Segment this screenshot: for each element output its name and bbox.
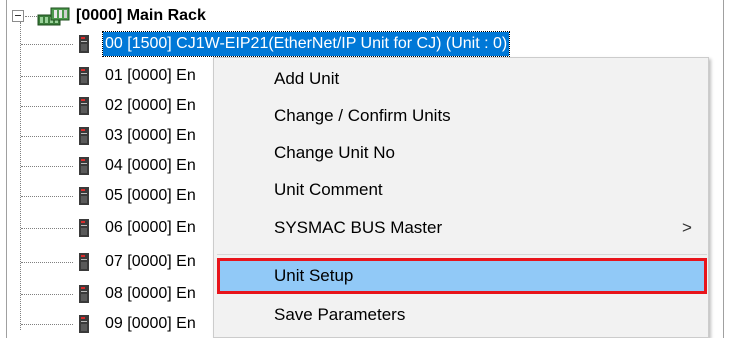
unit-module-icon [79, 253, 89, 271]
tree-item-label: 08 [0000] En [105, 285, 196, 302]
menu-item-unit-comment[interactable]: Unit Comment [217, 172, 707, 208]
unit-module-icon [79, 35, 89, 53]
menu-item-change-confirm-units[interactable]: Change / Confirm Units [217, 98, 707, 134]
menu-item-unit-setup[interactable]: Unit Setup [217, 258, 707, 294]
menu-item-label: Unit Setup [274, 266, 354, 285]
unit-module-icon [79, 187, 89, 205]
tree-connector-line [21, 166, 73, 167]
unit-module-icon [79, 157, 89, 175]
menu-separator [217, 254, 707, 255]
menu-item-label: Change / Confirm Units [274, 106, 451, 125]
tree-connector-line [21, 76, 73, 77]
collapse-toggle-icon[interactable] [12, 10, 24, 22]
tree-connector-line [21, 228, 73, 229]
rack-icon [37, 7, 70, 26]
tree-item-label: 02 [0000] En [105, 97, 196, 114]
unit-module-icon [79, 219, 89, 237]
unit-module-icon [79, 97, 89, 115]
tree-item-label: 05 [0000] En [105, 187, 196, 204]
tree-connector-line [21, 324, 73, 325]
tree-item-label: 03 [0000] En [105, 127, 196, 144]
menu-item-label: SYSMAC BUS Master [274, 218, 443, 237]
menu-item-label: Unit Comment [274, 180, 383, 199]
tree-item-label: 01 [0000] En [105, 67, 196, 84]
menu-item-change-unit-no[interactable]: Change Unit No [217, 135, 707, 171]
menu-item-label: Save Parameters [274, 305, 406, 324]
tree-item-label: 09 [0000] En [105, 315, 196, 332]
tree-connector-line [21, 136, 73, 137]
unit-module-icon [79, 67, 89, 85]
tree-connector-line [25, 16, 37, 17]
tree-item-label: 00 [1500] CJ1W-EIP21(EtherNet/IP Unit fo… [101, 31, 511, 57]
menu-item-save-parameters[interactable]: Save Parameters [217, 297, 707, 333]
tree-connector-line [21, 196, 73, 197]
tree-item-unit-00[interactable]: 00 [1500] CJ1W-EIP21(EtherNet/IP Unit fo… [0, 31, 733, 57]
tree-connector-line [21, 294, 73, 295]
menu-item-sysmac-bus-master[interactable]: SYSMAC BUS Master > [217, 210, 707, 246]
tree-connector-line [21, 262, 73, 263]
unit-module-icon [79, 315, 89, 333]
tree-item-label: 06 [0000] En [105, 219, 196, 236]
menu-item-add-unit[interactable]: Add Unit [217, 61, 707, 97]
chevron-right-icon: > [682, 218, 692, 237]
tree-connector-line [21, 106, 73, 107]
unit-module-icon [79, 285, 89, 303]
main-rack-label[interactable]: [0000] Main Rack [76, 5, 206, 27]
tree-item-label: 04 [0000] En [105, 157, 196, 174]
menu-item-label: Change Unit No [274, 143, 395, 162]
context-menu: Add Unit Change / Confirm Units Change U… [213, 57, 709, 338]
tree-item-label: 07 [0000] En [105, 253, 196, 270]
unit-module-icon [79, 127, 89, 145]
tree-connector-line [21, 44, 73, 45]
menu-item-label: Add Unit [274, 69, 340, 88]
